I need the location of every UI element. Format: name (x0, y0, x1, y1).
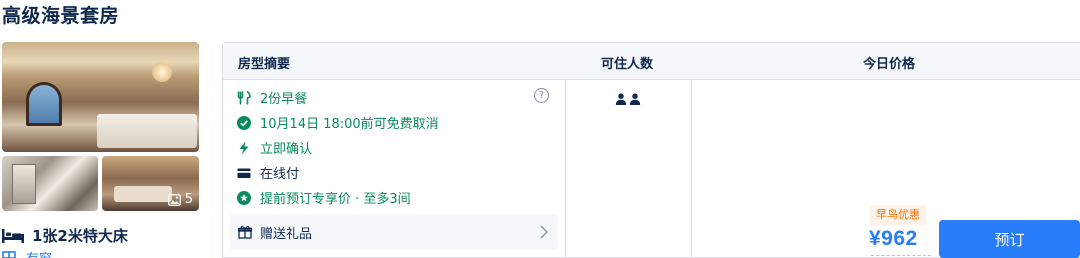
image-icon (167, 193, 181, 206)
price-underline (871, 255, 931, 256)
room-photo-main[interactable] (2, 42, 199, 152)
gift-row[interactable]: 赠送礼品 (230, 214, 558, 250)
feature-text: 提前预订专享价 · 至多3间 (260, 192, 411, 207)
feature-advance-rate[interactable]: 提前预订专享价 · 至多3间 (237, 188, 411, 207)
window-info: 有窗 (2, 248, 52, 258)
feature-text: 立即确认 (260, 142, 313, 157)
window-label: 有窗 (26, 248, 52, 258)
utensils-icon (237, 90, 251, 104)
chevron-right-icon (540, 225, 548, 239)
window-decor (26, 82, 62, 126)
photo-count-badge[interactable]: 5 (167, 192, 193, 207)
credit-card-icon (237, 168, 251, 178)
feature-breakfast: 2份早餐 (237, 88, 307, 107)
column-divider (565, 80, 566, 258)
feature-text: 2份早餐 (260, 92, 308, 107)
partition-decor (12, 164, 36, 204)
column-divider (691, 80, 692, 258)
sofa-decor (114, 186, 172, 202)
bed-info: 1张2米特大床 (2, 225, 128, 246)
bed-icon (2, 228, 24, 243)
feature-pay-online: 在线付 (237, 163, 299, 182)
window-icon (2, 250, 16, 258)
occupancy-icons (615, 93, 641, 105)
feature-free-cancel[interactable]: 10月14日 18:00前可免费取消 (237, 113, 439, 132)
help-icon[interactable]: ? (534, 88, 549, 103)
bed-type: 1张2米特大床 (32, 227, 128, 245)
star-badge-icon (237, 190, 251, 205)
feature-text: 在线付 (260, 167, 300, 182)
feature-text: 10月14日 18:00前可免费取消 (260, 117, 439, 132)
gift-icon (238, 225, 252, 239)
photo-count: 5 (184, 192, 193, 207)
feature-instant-confirm: 立即确认 (237, 138, 312, 157)
lamp-decor (152, 62, 172, 82)
room-title: 高级海景套房 (2, 5, 120, 27)
person-icon (615, 93, 627, 105)
gift-label: 赠送礼品 (260, 226, 313, 242)
header-occupancy: 可住人数 (601, 57, 654, 72)
person-icon (629, 93, 641, 105)
check-circle-icon (237, 115, 251, 130)
bed-decor (97, 114, 197, 148)
lightning-icon (239, 141, 249, 154)
room-photo-thumb-2[interactable]: 5 (102, 156, 199, 211)
price[interactable]: ¥962 (869, 227, 918, 251)
promo-tag: 早鸟优惠 (870, 205, 926, 225)
header-price: 今日价格 (863, 57, 916, 72)
table-header: 房型摘要 可住人数 今日价格 (223, 43, 1080, 80)
book-button[interactable]: 预订 (939, 220, 1080, 258)
header-summary: 房型摘要 (238, 57, 291, 72)
room-photo-thumb-1[interactable] (2, 156, 98, 211)
rate-table: 房型摘要 可住人数 今日价格 2份早餐 ? 10月14日 18:00前可免费取消… (222, 42, 1080, 258)
